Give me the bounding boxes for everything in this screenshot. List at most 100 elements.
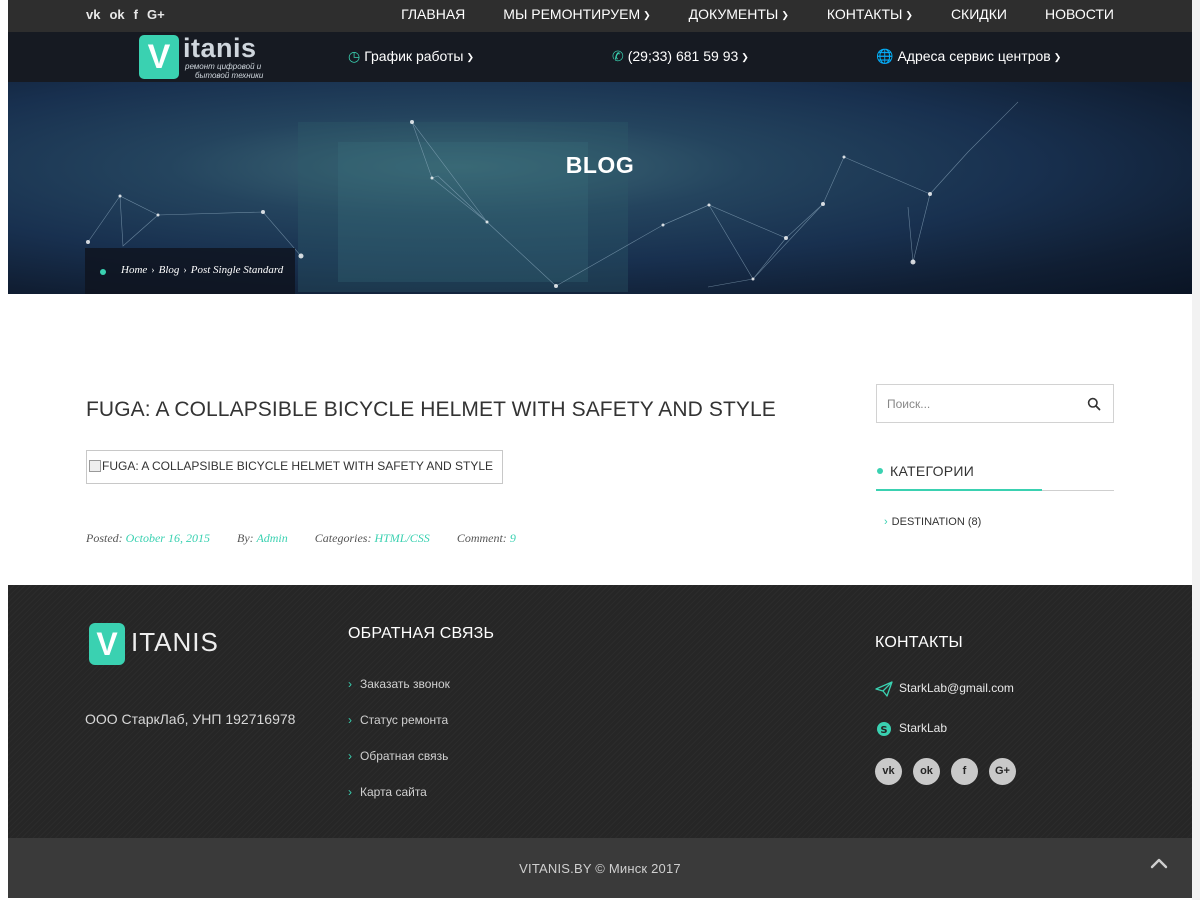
chevron-right-icon: › xyxy=(151,265,155,276)
logo-mark: V xyxy=(139,35,179,79)
nav-label: ДОКУМЕНТЫ xyxy=(688,6,779,22)
meta-categories-label: Categories: xyxy=(314,531,372,545)
meta-categories-value[interactable]: HTML/CSS xyxy=(374,531,429,545)
post-image-broken: FUGA: A COLLAPSIBLE BICYCLE HELMET WITH … xyxy=(86,450,503,484)
page-hero: BLOG Home › Blog › Post Single Standard xyxy=(8,82,1192,294)
chevron-right-icon: › xyxy=(348,749,352,763)
meta-comments-value[interactable]: 9 xyxy=(510,531,516,545)
footer-link-label: Заказать звонок xyxy=(360,677,450,691)
contact-skype[interactable]: S StarkLab xyxy=(875,721,947,737)
google-plus-icon[interactable]: G+ xyxy=(989,758,1016,785)
vk-icon[interactable]: vk xyxy=(86,6,100,24)
facebook-icon[interactable]: f xyxy=(134,6,138,24)
meta-comments: Comment: 9 xyxy=(457,531,516,545)
footer-link-callback[interactable]: › Заказать звонок xyxy=(348,677,450,691)
nav-label: НОВОСТИ xyxy=(1044,6,1114,22)
heading-dot xyxy=(877,468,883,474)
category-label: DESTINATION (8) xyxy=(891,516,982,528)
footer-logo-mark: V xyxy=(89,623,125,665)
footer-logo-word: ITANIS xyxy=(131,627,219,657)
odnoklassniki-icon[interactable]: ok xyxy=(913,758,940,785)
meta-author-label: By: xyxy=(236,531,254,545)
google-plus-icon[interactable]: G+ xyxy=(147,6,165,24)
vk-icon[interactable]: vk xyxy=(875,758,902,785)
breadcrumb-home[interactable]: Home xyxy=(121,264,147,276)
nav-item-discounts[interactable]: СКИДКИ xyxy=(951,0,1007,32)
nav-item-news[interactable]: НОВОСТИ xyxy=(1045,0,1114,32)
meta-comments-label: Comment: xyxy=(456,531,507,545)
nav-label: ГЛАВНАЯ xyxy=(401,6,466,22)
chevron-right-icon: › xyxy=(348,713,352,727)
meta-posted-value[interactable]: October 16, 2015 xyxy=(126,531,210,545)
nav-label: СКИДКИ xyxy=(950,6,1007,22)
addresses-label: Адреса сервис центров xyxy=(897,48,1051,64)
meta-categories: Categories: HTML/CSS xyxy=(315,531,430,545)
categories-heading: КАТЕГОРИИ xyxy=(876,462,1114,491)
logo-wordmark: itanis xyxy=(183,33,257,63)
logo-tagline-1: ремонт цифровой и xyxy=(185,62,262,71)
breadcrumb-current: Post Single Standard xyxy=(190,264,284,276)
schedule-dropdown[interactable]: ◷ График работы ❯ xyxy=(348,48,474,65)
nav-item-contacts[interactable]: КОНТАКТЫ ❯ xyxy=(827,0,913,32)
meta-author: By: Admin xyxy=(237,531,288,545)
main-nav: ГЛАВНАЯ МЫ РЕМОНТИРУЕМ ❯ ДОКУМЕНТЫ ❯ КОНТА… xyxy=(363,0,1114,32)
footer-link-repair-status[interactable]: › Статус ремонта xyxy=(348,713,448,727)
footer-link-label: Статус ремонта xyxy=(360,713,449,727)
feedback-heading: ОБРАТНАЯ СВЯЗЬ xyxy=(348,625,495,642)
post-meta: Posted: October 16, 2015 By: Admin Categ… xyxy=(86,531,540,546)
nav-item-documents[interactable]: ДОКУМЕНТЫ ❯ xyxy=(689,0,789,32)
chevron-right-icon: › xyxy=(348,785,352,799)
meta-posted: Posted: October 16, 2015 xyxy=(86,531,210,545)
chevron-up-icon[interactable] xyxy=(1150,856,1168,870)
nav-item-repair[interactable]: МЫ РЕМОНТИРУЕМ ❯ xyxy=(503,0,650,32)
copyright: VITANIS.BY © Минск 2017 xyxy=(519,861,681,876)
top-social-links: vk ok f G+ xyxy=(86,6,165,24)
meta-posted-label: Posted: xyxy=(86,531,123,545)
footer-link-feedback[interactable]: › Обратная связь xyxy=(348,749,448,763)
company-info: ООО СтаркЛаб, УНП 192716978 xyxy=(85,711,296,727)
footer-link-sitemap[interactable]: › Карта сайта xyxy=(348,785,427,799)
skype-icon: S xyxy=(877,722,891,736)
header: V itanis ремонт цифровой и бытовой техни… xyxy=(8,32,1192,82)
breadcrumb: Home › Blog › Post Single Standard xyxy=(85,248,295,294)
page-title: BLOG xyxy=(565,152,635,178)
broken-image-icon xyxy=(89,460,101,472)
addresses-dropdown[interactable]: 🌐 Адреса сервис центров ❯ xyxy=(876,48,1061,65)
chevron-down-icon: ❯ xyxy=(781,10,789,20)
chevron-down-icon: ❯ xyxy=(905,10,913,20)
chevron-down-icon: ❯ xyxy=(466,52,475,62)
category-item-destination[interactable]: › DESTINATION (8) xyxy=(884,516,981,528)
logo-tagline-2: бытовой техники xyxy=(195,71,264,80)
page-edge xyxy=(1192,0,1200,900)
globe-icon: 🌐 xyxy=(876,48,894,64)
phone-label: (29;33) 681 59 93 xyxy=(627,48,739,64)
post-title: FUGA: A COLLAPSIBLE BICYCLE HELMET WITH … xyxy=(86,398,776,421)
search-input[interactable] xyxy=(887,394,1067,414)
nav-label: КОНТАКТЫ xyxy=(826,6,903,22)
bottom-bar: VITANIS.BY © Минск 2017 xyxy=(8,838,1192,898)
meta-author-value[interactable]: Admin xyxy=(256,531,287,545)
clock-icon: ◷ xyxy=(348,48,361,64)
contacts-heading: КОНТАКТЫ xyxy=(875,634,963,651)
odnoklassniki-icon[interactable]: ok xyxy=(109,6,124,24)
phone-icon: ✆ xyxy=(612,48,624,64)
chevron-down-icon: ❯ xyxy=(643,10,651,20)
search-icon[interactable] xyxy=(1087,397,1101,411)
chevron-right-icon: › xyxy=(884,516,888,528)
facebook-icon[interactable]: f xyxy=(951,758,978,785)
footer: V ITANIS ООО СтаркЛаб, УНП 192716978 ОБР… xyxy=(8,585,1192,838)
phone-dropdown[interactable]: ✆ (29;33) 681 59 93 ❯ xyxy=(612,48,749,65)
chevron-down-icon: ❯ xyxy=(1053,52,1062,62)
paper-plane-icon xyxy=(875,681,893,697)
breadcrumb-dot xyxy=(100,269,106,275)
nav-item-home[interactable]: ГЛАВНАЯ xyxy=(401,0,465,32)
skype-text: StarkLab xyxy=(899,721,948,736)
svg-text:S: S xyxy=(880,725,887,736)
email-text: StarkLab@gmail.com xyxy=(899,681,1014,696)
top-bar: vk ok f G+ ГЛАВНАЯ МЫ РЕМОНТИРУЕМ ❯ ДОКУМ… xyxy=(8,0,1192,32)
schedule-label: График работы xyxy=(364,48,464,64)
contact-email[interactable]: StarkLab@gmail.com xyxy=(875,681,1014,697)
search-box xyxy=(876,384,1114,423)
breadcrumb-blog[interactable]: Blog xyxy=(159,264,180,276)
site-logo[interactable]: V itanis ремонт цифровой и бытовой техни… xyxy=(139,33,274,81)
